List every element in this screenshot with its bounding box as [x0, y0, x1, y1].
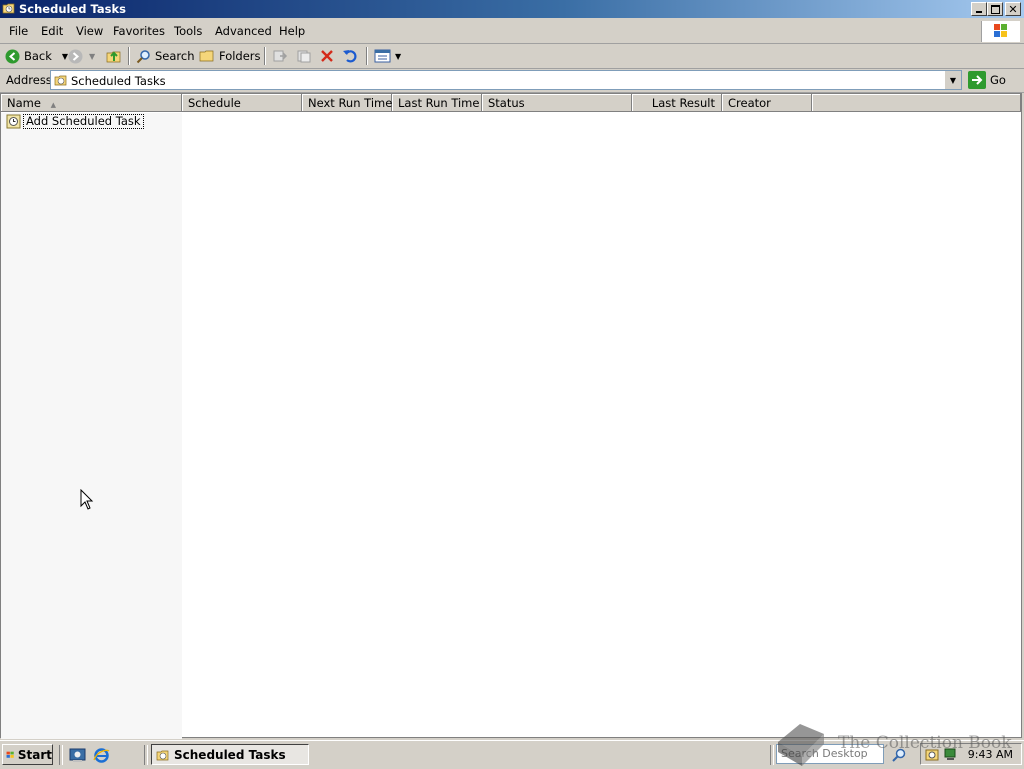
- restore-button[interactable]: [987, 2, 1003, 16]
- scheduled-tasks-folder-icon: [156, 750, 169, 760]
- back-arrow-icon: [5, 49, 20, 63]
- forward-button[interactable]: ▼: [68, 47, 95, 65]
- folders-button[interactable]: Folders: [199, 47, 261, 65]
- sorted-column-shade: [1, 113, 182, 739]
- close-button[interactable]: ✕: [1005, 2, 1021, 16]
- column-header-last-result[interactable]: Last Result: [632, 94, 722, 112]
- column-header-status[interactable]: Status: [482, 94, 632, 112]
- watermark: The Collection Book: [772, 722, 1024, 768]
- mouse-pointer-icon: [80, 489, 94, 510]
- back-button[interactable]: Back ▼: [5, 47, 68, 65]
- windows-flag-icon: [6, 751, 14, 758]
- close-icon: ✕: [1008, 2, 1018, 16]
- views-button[interactable]: ▼: [374, 47, 401, 65]
- menu-advanced[interactable]: Advanced: [215, 24, 272, 38]
- show-desktop-icon[interactable]: [69, 747, 86, 764]
- quicklaunch-separator: [59, 745, 63, 765]
- move-to-button[interactable]: [272, 47, 288, 65]
- watermark-text: The Collection Book: [838, 733, 1012, 753]
- undo-button[interactable]: [342, 47, 358, 65]
- menu-help[interactable]: Help: [279, 24, 305, 38]
- menu-file[interactable]: File: [9, 24, 28, 38]
- task-list-view[interactable]: Name ▲ Schedule Next Run Time Last Run T…: [0, 93, 1022, 739]
- internet-explorer-icon[interactable]: [93, 747, 110, 764]
- views-icon: [374, 49, 391, 63]
- folders-icon: [199, 50, 214, 62]
- search-button[interactable]: Search: [136, 47, 195, 65]
- toolbar-separator: [366, 47, 368, 65]
- address-bar: Address Scheduled Tasks ▼ Go: [0, 69, 1024, 93]
- windows-flag-icon: [994, 24, 1007, 37]
- go-arrow-icon: [968, 71, 986, 89]
- up-folder-button[interactable]: [106, 47, 122, 65]
- start-label: Start: [17, 747, 52, 762]
- go-button[interactable]: Go: [968, 70, 1006, 90]
- delete-button[interactable]: [319, 47, 335, 65]
- scheduled-tasks-folder-icon: [2, 3, 15, 14]
- move-to-icon: [273, 50, 288, 62]
- back-label: Back: [24, 49, 52, 63]
- address-label: Address: [6, 73, 52, 87]
- start-button[interactable]: Start: [2, 744, 53, 765]
- column-header-last-run-time[interactable]: Last Run Time: [392, 94, 482, 112]
- menu-edit[interactable]: Edit: [41, 24, 63, 38]
- views-dropdown-icon: ▼: [395, 51, 402, 61]
- taskbar-button-label: Scheduled Tasks: [174, 747, 286, 762]
- list-item-label: Add Scheduled Task: [23, 113, 144, 129]
- minimize-button[interactable]: [971, 2, 987, 16]
- chevron-down-icon: ▼: [949, 75, 957, 85]
- column-header-name[interactable]: Name ▲: [1, 94, 182, 112]
- column-header-schedule[interactable]: Schedule: [182, 94, 302, 112]
- up-folder-icon: [106, 51, 121, 63]
- add-scheduled-task-icon: [6, 114, 21, 128]
- menu-favorites[interactable]: Favorites: [113, 24, 165, 38]
- column-header-label: Name: [7, 96, 41, 110]
- book-logo-icon: [778, 724, 824, 766]
- column-header-creator[interactable]: Creator: [722, 94, 812, 112]
- taskbar-separator: [144, 745, 148, 765]
- sort-ascending-icon: ▲: [50, 101, 56, 109]
- undo-icon: [343, 50, 357, 63]
- search-label: Search: [155, 49, 195, 63]
- address-value: Scheduled Tasks: [71, 74, 166, 88]
- restore-icon: [990, 4, 1000, 14]
- toolbar-separator: [264, 47, 266, 65]
- delete-icon: [321, 50, 333, 62]
- column-header-filler: [812, 94, 1021, 112]
- standard-toolbar: Back ▼ ▼ Search Folders ▼: [0, 44, 1024, 69]
- menu-bar: File Edit View Favorites Tools Advanced …: [0, 20, 1024, 44]
- minimize-icon: [976, 11, 982, 13]
- search-icon: [136, 49, 150, 63]
- window-title: Scheduled Tasks: [19, 2, 126, 16]
- list-item[interactable]: Add Scheduled Task: [6, 113, 144, 129]
- folders-label: Folders: [219, 49, 261, 63]
- copy-to-icon: [297, 50, 311, 63]
- scheduled-tasks-folder-icon: [54, 75, 67, 86]
- address-field[interactable]: Scheduled Tasks ▼: [50, 70, 962, 90]
- title-bar[interactable]: Scheduled Tasks ✕: [0, 0, 1024, 18]
- copy-to-button[interactable]: [296, 47, 312, 65]
- taskbar-button-scheduled-tasks[interactable]: Scheduled Tasks: [151, 744, 309, 765]
- forward-arrow-icon: [68, 49, 83, 63]
- address-dropdown-button[interactable]: ▼: [944, 71, 961, 89]
- menu-view[interactable]: View: [76, 24, 103, 38]
- forward-dropdown-icon[interactable]: ▼: [89, 52, 95, 61]
- windows-logo: [981, 21, 1020, 42]
- column-header-next-run-time[interactable]: Next Run Time: [302, 94, 392, 112]
- menu-tools[interactable]: Tools: [174, 24, 202, 38]
- go-label: Go: [990, 73, 1006, 87]
- toolbar-separator: [128, 47, 130, 65]
